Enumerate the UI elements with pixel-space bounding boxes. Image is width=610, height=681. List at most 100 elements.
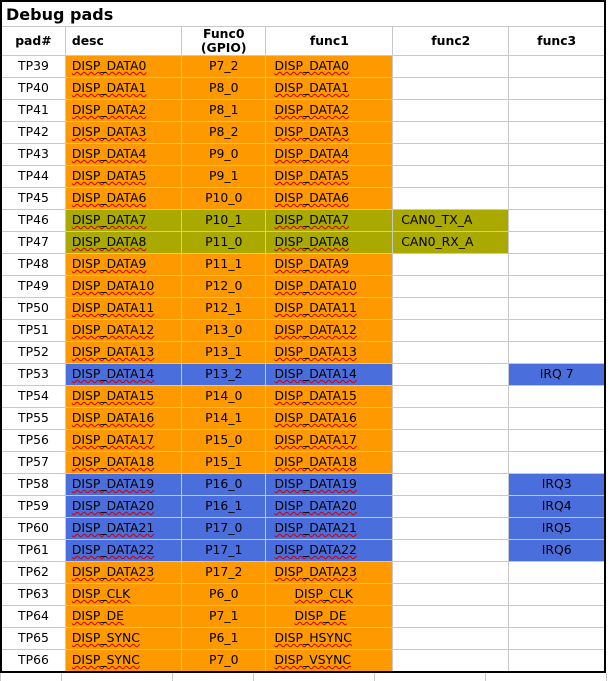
- cell-func1: DISP_VSYNC: [266, 650, 393, 672]
- cell-func0: P7_2: [182, 56, 266, 78]
- cell-func1: DISP_DATA1: [266, 78, 393, 100]
- cell-desc: DISP_DATA4: [65, 144, 181, 166]
- cell-pad: TP45: [2, 188, 65, 210]
- cell-func3: [509, 650, 604, 672]
- cell-func2: [393, 540, 509, 562]
- cell-func3: [509, 342, 604, 364]
- cell-func1: DISP_DATA12: [266, 320, 393, 342]
- table-row: TP54DISP_DATA15P14_0DISP_DATA15: [2, 386, 604, 408]
- cell-pad: TP49: [2, 276, 65, 298]
- cell-desc: DISP_DATA2: [65, 100, 181, 122]
- cell-desc: DISP_DE: [65, 606, 181, 628]
- cell-func3: [509, 210, 604, 232]
- cell-pad: TP51: [2, 320, 65, 342]
- cell-func0: P15_1: [182, 452, 266, 474]
- cell-func1: DISP_DATA17: [266, 430, 393, 452]
- cell-func0: P13_0: [182, 320, 266, 342]
- header-func0: Func0 (GPIO): [182, 27, 266, 56]
- spreadsheet-frame: Debug pads pad# desc Func0 (GPIO) func1 …: [0, 0, 606, 673]
- header-func0-line1: Func0: [203, 27, 244, 42]
- cell-func3: [509, 166, 604, 188]
- cell-func0: P7_0: [182, 650, 266, 672]
- cell-desc: DISP_DATA0: [65, 56, 181, 78]
- table-row: TP52DISP_DATA13P13_1DISP_DATA13: [2, 342, 604, 364]
- cell-pad: TP50: [2, 298, 65, 320]
- cell-func1: DISP_DATA18: [266, 452, 393, 474]
- cell-pad: TP55: [2, 408, 65, 430]
- cell-func3: [509, 188, 604, 210]
- cell-pad: TP64: [2, 606, 65, 628]
- trailing-grid: [0, 673, 607, 681]
- cell-desc: DISP_SYNC: [65, 650, 181, 672]
- cell-func3: [509, 430, 604, 452]
- cell-func0: P6_1: [182, 628, 266, 650]
- cell-desc: DISP_DATA11: [65, 298, 181, 320]
- cell-func0: P7_1: [182, 606, 266, 628]
- cell-desc: DISP_DATA20: [65, 496, 181, 518]
- cell-func1: DISP_DATA15: [266, 386, 393, 408]
- cell-func0: P14_0: [182, 386, 266, 408]
- cell-func0: P11_0: [182, 232, 266, 254]
- cell-func2: [393, 56, 509, 78]
- cell-func1: DISP_DATA19: [266, 474, 393, 496]
- cell-func2: [393, 342, 509, 364]
- cell-func0: P12_1: [182, 298, 266, 320]
- cell-func1: DISP_DATA4: [266, 144, 393, 166]
- cell-func3: [509, 386, 604, 408]
- cell-func0: P8_0: [182, 78, 266, 100]
- cell-func2: [393, 320, 509, 342]
- cell-func0: P8_1: [182, 100, 266, 122]
- cell-func1: DISP_DATA21: [266, 518, 393, 540]
- table-row: TP66DISP_SYNCP7_0DISP_VSYNC: [2, 650, 604, 672]
- cell-func2: [393, 122, 509, 144]
- cell-desc: DISP_SYNC: [65, 628, 181, 650]
- table-row: TP61DISP_DATA22P17_1DISP_DATA22IRQ6: [2, 540, 604, 562]
- cell-desc: DISP_DATA12: [65, 320, 181, 342]
- cell-func0: P17_0: [182, 518, 266, 540]
- cell-func1: DISP_DATA9: [266, 254, 393, 276]
- cell-desc: DISP_DATA1: [65, 78, 181, 100]
- cell-desc: DISP_DATA23: [65, 562, 181, 584]
- cell-func3: [509, 254, 604, 276]
- cell-func3: [509, 320, 604, 342]
- debug-pads-table: Debug pads pad# desc Func0 (GPIO) func1 …: [2, 2, 604, 671]
- cell-func2: [393, 408, 509, 430]
- header-row: pad# desc Func0 (GPIO) func1 func2 func3: [2, 27, 604, 56]
- table-row: TP64DISP_DEP7_1DISP_DE: [2, 606, 604, 628]
- cell-desc: DISP_DATA22: [65, 540, 181, 562]
- table-row: TP56DISP_DATA17P15_0DISP_DATA17: [2, 430, 604, 452]
- cell-pad: TP39: [2, 56, 65, 78]
- cell-desc: DISP_DATA5: [65, 166, 181, 188]
- cell-func3: [509, 584, 604, 606]
- table-row: TP55DISP_DATA16P14_1DISP_DATA16: [2, 408, 604, 430]
- table-row: TP53DISP_DATA14P13_2DISP_DATA14IRQ 7: [2, 364, 604, 386]
- cell-func1: DISP_DATA10: [266, 276, 393, 298]
- table-row: TP51DISP_DATA12P13_0DISP_DATA12: [2, 320, 604, 342]
- cell-pad: TP40: [2, 78, 65, 100]
- cell-func1: DISP_CLK: [266, 584, 393, 606]
- cell-func3: IRQ3: [509, 474, 604, 496]
- title-row: Debug pads: [2, 2, 604, 27]
- cell-pad: TP65: [2, 628, 65, 650]
- table-row: TP42DISP_DATA3P8_2DISP_DATA3: [2, 122, 604, 144]
- cell-pad: TP42: [2, 122, 65, 144]
- cell-func2: [393, 254, 509, 276]
- cell-func2: [393, 562, 509, 584]
- sheet-title: Debug pads: [2, 2, 604, 27]
- cell-func3: IRQ 7: [509, 364, 604, 386]
- cell-func1: DISP_DATA23: [266, 562, 393, 584]
- cell-func2: CAN0_TX_A: [393, 210, 509, 232]
- cell-func2: [393, 276, 509, 298]
- cell-func0: P6_0: [182, 584, 266, 606]
- cell-pad: TP47: [2, 232, 65, 254]
- table-row: TP65DISP_SYNCP6_1DISP_HSYNC: [2, 628, 604, 650]
- cell-pad: TP53: [2, 364, 65, 386]
- cell-func2: [393, 518, 509, 540]
- cell-desc: DISP_DATA7: [65, 210, 181, 232]
- cell-desc: DISP_DATA21: [65, 518, 181, 540]
- cell-func1: DISP_DATA11: [266, 298, 393, 320]
- cell-func2: [393, 386, 509, 408]
- header-func2: func2: [393, 27, 509, 56]
- cell-func3: [509, 298, 604, 320]
- cell-func1: DISP_DATA13: [266, 342, 393, 364]
